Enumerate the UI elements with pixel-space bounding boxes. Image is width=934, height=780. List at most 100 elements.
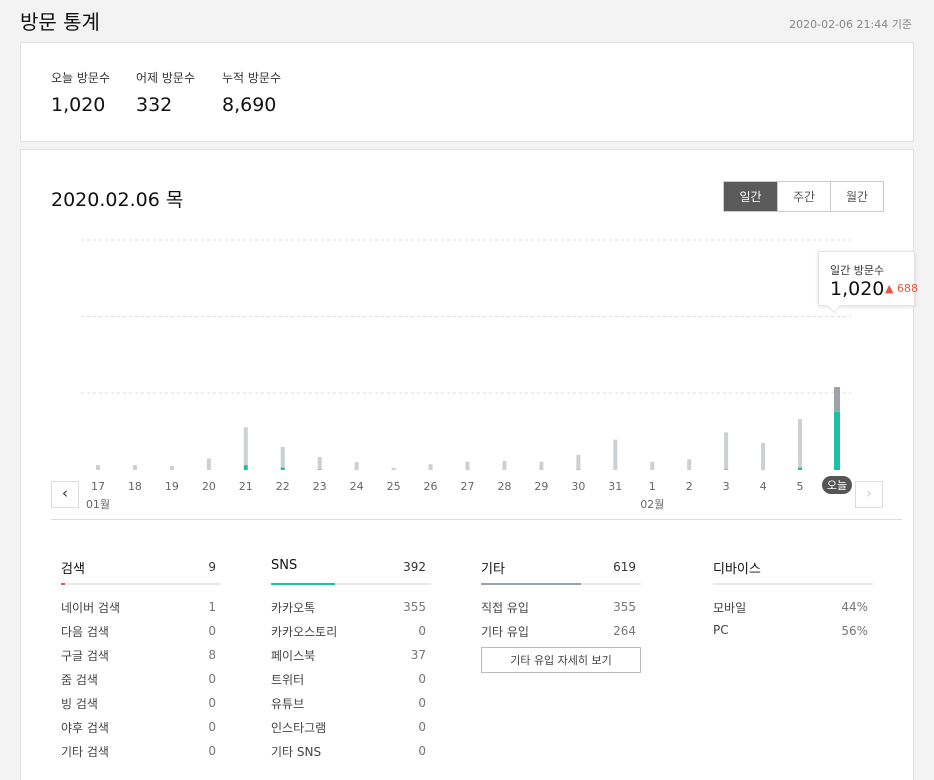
item-value: 44% xyxy=(841,600,868,614)
list-item: 카카오톡 355 xyxy=(271,595,431,619)
chart-bar xyxy=(687,459,692,470)
chart-bar xyxy=(317,469,322,470)
list-item: 직접 유입 355 xyxy=(481,595,641,619)
item-label: 직접 유입 xyxy=(481,601,529,615)
chevron-right-icon[interactable]: › xyxy=(855,481,883,508)
section-share-bar xyxy=(481,583,581,585)
item-value: 0 xyxy=(418,720,426,734)
stat-label: 어제 방문수 xyxy=(136,71,196,85)
item-label: 빙 검색 xyxy=(61,697,98,711)
chart-tooltip: 일간 방문수 1,020 ▲ 688 xyxy=(818,251,918,314)
stat-label: 누적 방문수 xyxy=(222,71,282,85)
list-item: 야후 검색 0 xyxy=(61,715,221,739)
list-item: 빙 검색 0 xyxy=(61,691,221,715)
stat-value: 1,020 xyxy=(51,94,106,116)
chart-bar xyxy=(317,457,322,470)
item-label: 카카오스토리 xyxy=(271,625,338,639)
tick-label: 27 xyxy=(461,480,475,493)
item-value: 0 xyxy=(208,672,216,686)
tick-label: 20 xyxy=(202,480,216,493)
section-total: 9 xyxy=(208,560,216,574)
item-label: 기타 유입 xyxy=(481,625,529,639)
item-value: 0 xyxy=(208,720,216,734)
section-share-bar xyxy=(61,583,65,585)
month-label: 01월 xyxy=(86,498,110,511)
chart-bar xyxy=(280,447,285,468)
list-item: 다음 검색 0 xyxy=(61,619,221,643)
item-label: 페이스북 xyxy=(271,649,316,663)
chart-bar xyxy=(613,439,618,470)
section-search: 검색 9 네이버 검색 1 다음 검색 0 구글 검색 8 줌 검색 0 빙 검색 0 야… xyxy=(61,555,221,763)
tick-label: 2 xyxy=(686,480,693,493)
stat-total: 누적 방문수 8,690 xyxy=(222,69,281,116)
etc-detail-button[interactable]: 기타 유입 자세히 보기 xyxy=(481,647,641,673)
item-label: 다음 검색 xyxy=(61,625,109,639)
tick-label: 3 xyxy=(723,480,730,493)
chart-bar xyxy=(465,461,470,470)
timestamp: 2020-02-06 21:44 기준 xyxy=(789,18,912,31)
item-label: 구글 검색 xyxy=(61,649,109,663)
tick-label: 5 xyxy=(797,480,804,493)
chart-bar xyxy=(391,467,396,470)
item-value: 56% xyxy=(841,624,868,638)
chart-bar xyxy=(132,465,137,470)
chart-bar xyxy=(798,467,803,470)
item-label: 인스타그램 xyxy=(271,721,327,735)
section-title: 디바이스 xyxy=(713,562,761,577)
chart-card: 2020.02.06 목 일간 주간 월간 17 18 19 20 21 22 23 24 25… xyxy=(20,149,918,780)
chart-bar xyxy=(724,469,729,470)
section-header: 디바이스 xyxy=(713,555,873,585)
list-item: 구글 검색 8 xyxy=(61,643,221,667)
chart-bar xyxy=(354,462,359,470)
list-item: 줌 검색 0 xyxy=(61,667,221,691)
section-etc: 기타 619 직접 유입 355 기타 유입 264 기타 유입 자세히 보기 xyxy=(481,555,641,673)
chart-bar xyxy=(834,411,840,470)
tooltip-label: 일간 방문수 xyxy=(830,264,885,277)
chart-bar xyxy=(724,432,729,470)
item-value: 0 xyxy=(208,744,216,758)
item-label: 유튜브 xyxy=(271,697,305,711)
section-title: 기타 xyxy=(481,562,505,577)
tick-label: 1 xyxy=(649,480,656,493)
chart-bar xyxy=(243,465,248,470)
list-item: 기타 검색 0 xyxy=(61,739,221,763)
tick-label: 25 xyxy=(387,480,401,493)
tick-label: 18 xyxy=(128,480,142,493)
item-label: 야후 검색 xyxy=(61,721,109,735)
chevron-left-icon[interactable]: ‹ xyxy=(51,481,79,508)
item-value: 0 xyxy=(418,624,426,638)
chart-bar xyxy=(834,387,840,412)
chart-bar xyxy=(428,464,433,470)
tick-label: 29 xyxy=(534,480,548,493)
list-item: PC 56% xyxy=(713,619,873,643)
tick-label: 24 xyxy=(350,480,364,493)
section-header: 검색 9 xyxy=(61,555,221,585)
list-item: 기타 유입 264 xyxy=(481,619,641,643)
item-value: 8 xyxy=(208,648,216,662)
section-header: SNS 392 xyxy=(271,555,431,585)
item-value: 355 xyxy=(613,600,636,614)
tick-label: 28 xyxy=(497,480,511,493)
item-label: 트위터 xyxy=(271,673,305,687)
chart-bar xyxy=(539,461,544,470)
visits-bar-chart: 17 18 19 20 21 22 23 24 25 26 27 28 29 30 31 1 2 3 4 5 오늘01월… xyxy=(81,239,852,511)
item-label: PC xyxy=(713,623,729,637)
chart-bar xyxy=(576,454,581,470)
item-label: 줌 검색 xyxy=(61,673,98,687)
divider xyxy=(51,519,902,520)
chart-bar xyxy=(169,465,174,470)
list-item: 페이스북 37 xyxy=(271,643,431,667)
section-share-bar xyxy=(271,583,335,585)
chart-bar xyxy=(798,419,803,468)
item-value: 0 xyxy=(418,744,426,758)
tooltip-value: 1,020 xyxy=(830,278,885,300)
tick-label: 21 xyxy=(239,480,253,493)
item-value: 0 xyxy=(208,696,216,710)
chart-bar xyxy=(280,467,285,470)
tick-label: 23 xyxy=(313,480,327,493)
item-value: 0 xyxy=(418,696,426,710)
tick-label: 26 xyxy=(424,480,438,493)
item-value: 0 xyxy=(418,672,426,686)
stat-today: 오늘 방문수 1,020 xyxy=(51,69,110,116)
tick-label: 22 xyxy=(276,480,290,493)
